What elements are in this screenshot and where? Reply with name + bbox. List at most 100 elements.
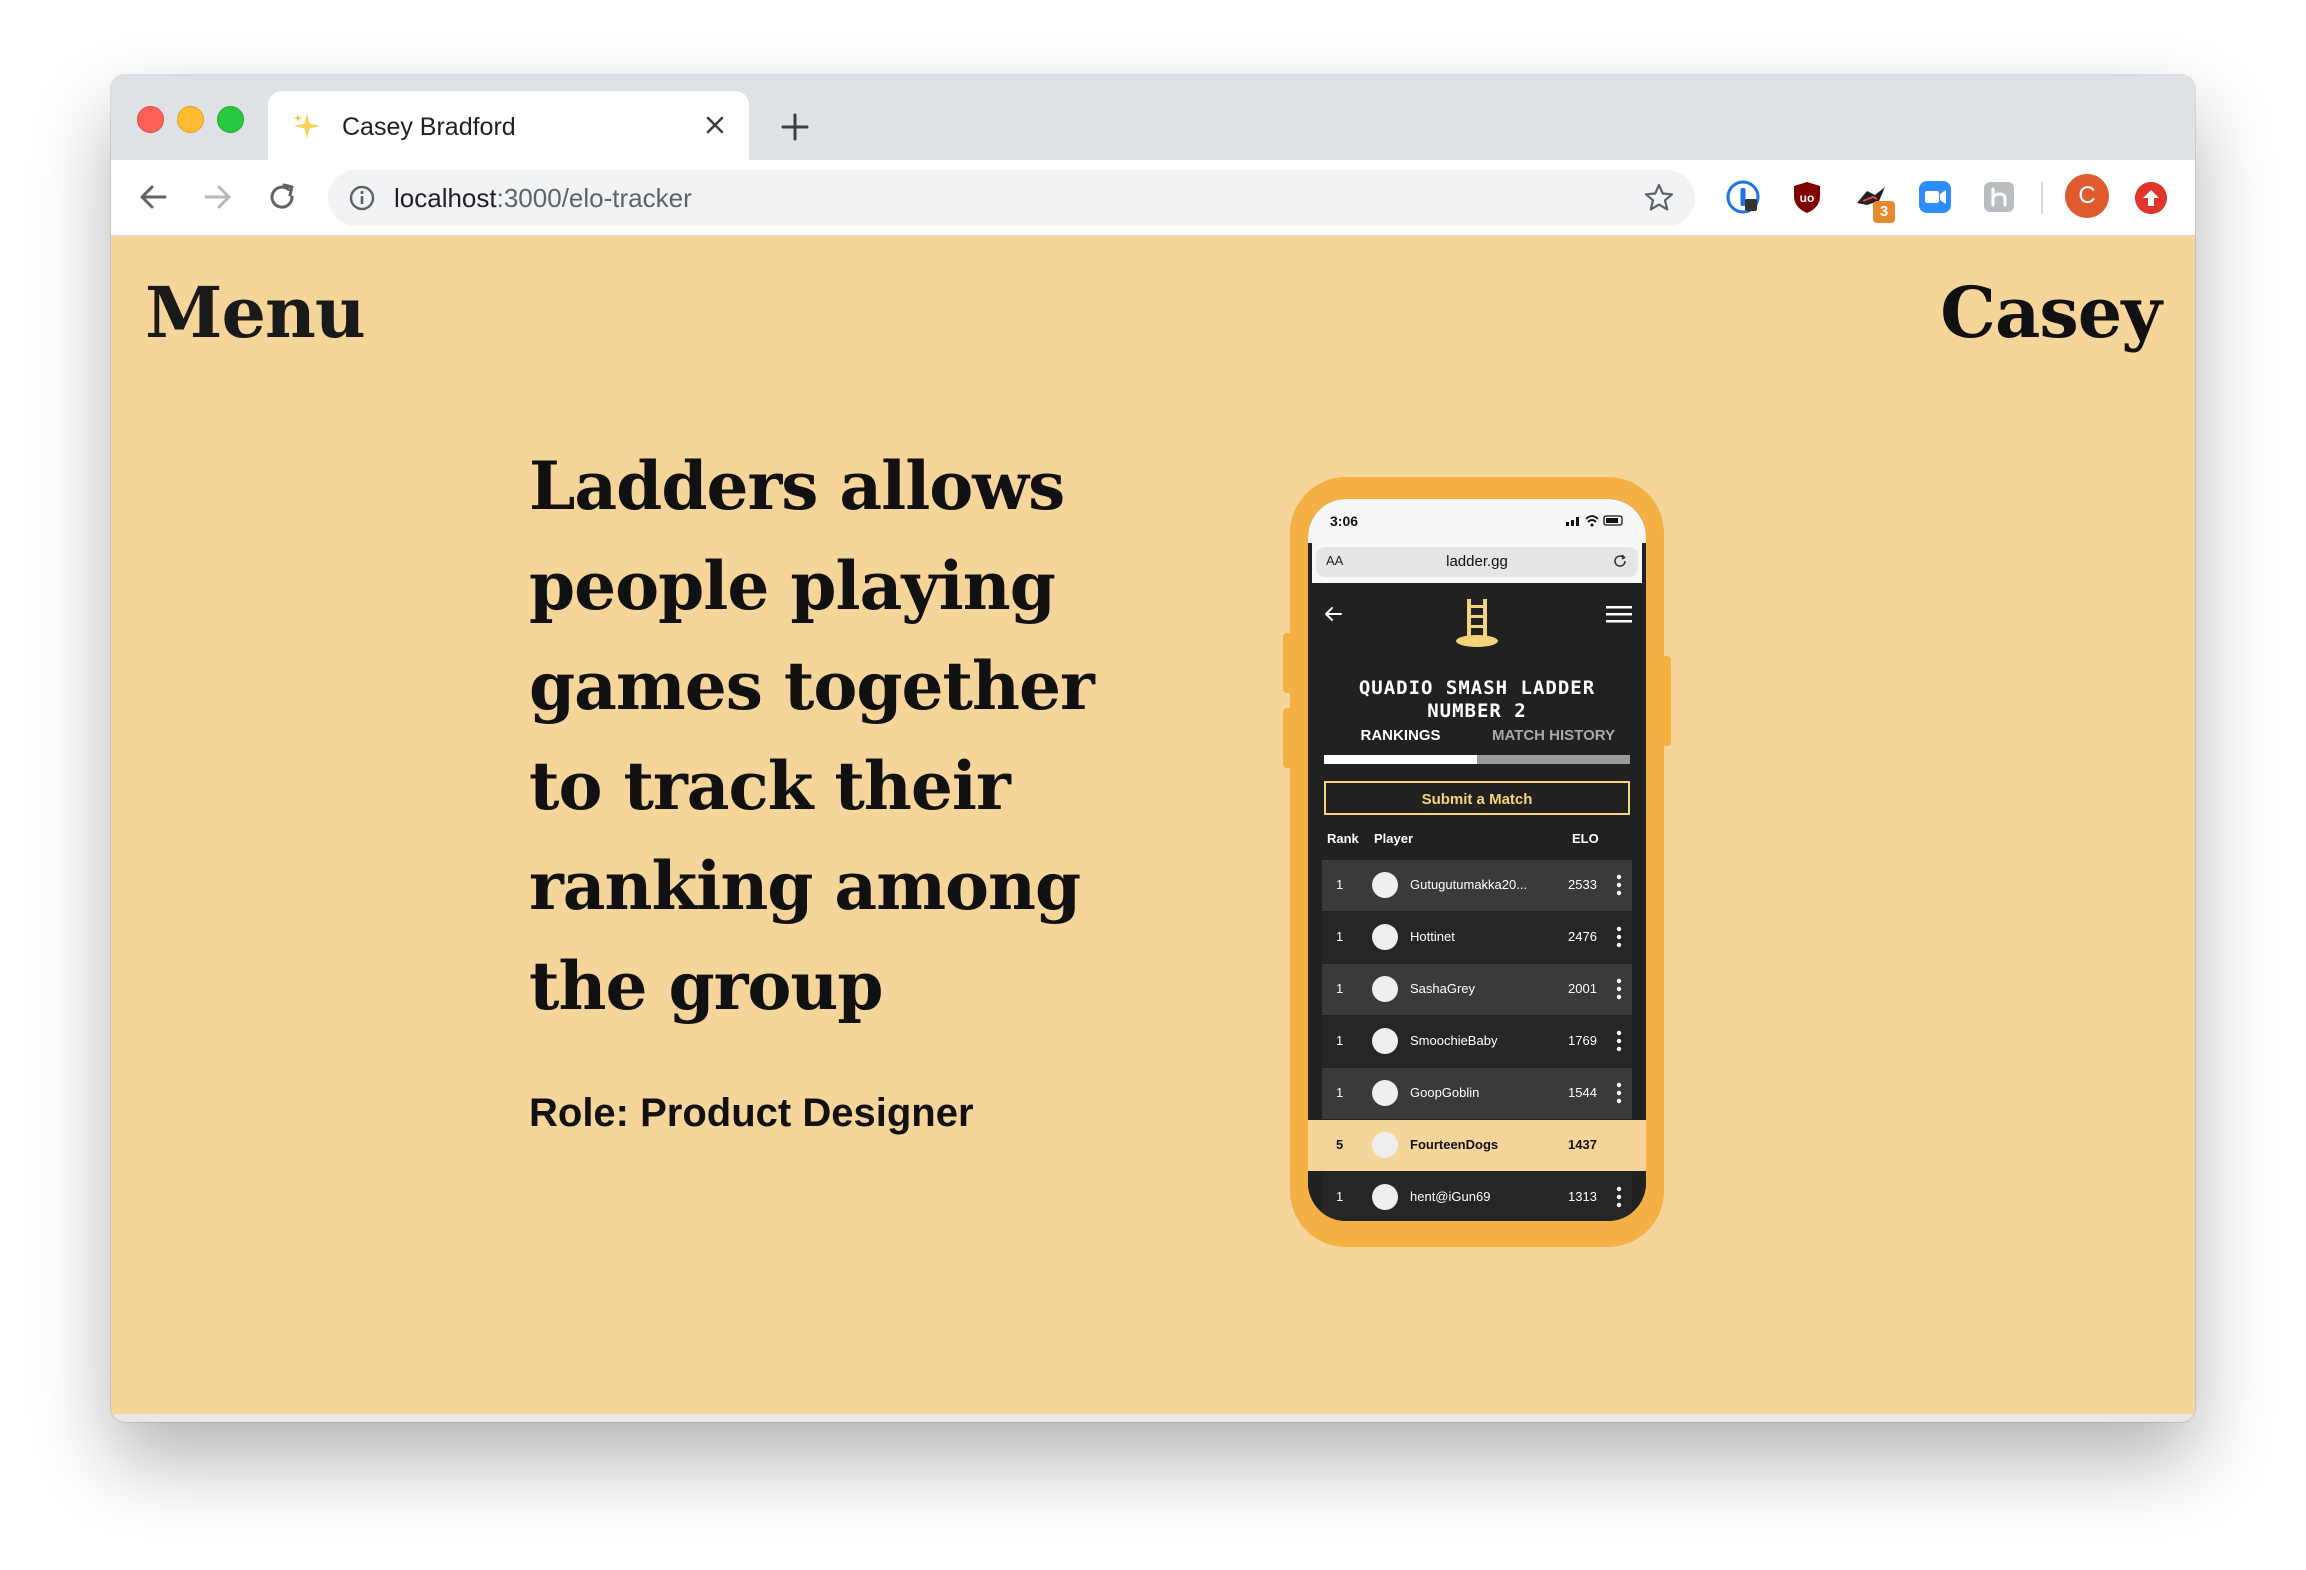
- phone-address-pill: AA ladder.gg: [1316, 547, 1638, 577]
- phone-mockup: 3:06 AA ladder.gg QUADIO SMASH LADDER NU…: [1290, 477, 1664, 1247]
- toolbar-divider: [2041, 182, 2043, 214]
- row-elo: 1313: [1568, 1189, 1597, 1204]
- ladder-logo-icon: [1456, 599, 1498, 647]
- close-tab-icon[interactable]: [701, 111, 729, 139]
- ladder-title-line2: NUMBER 2: [1427, 700, 1527, 722]
- player-avatar: [1372, 976, 1398, 1002]
- row-rank: 1: [1336, 981, 1344, 996]
- phone-url: ladder.gg: [1446, 553, 1508, 570]
- svg-text:uo: uo: [1800, 191, 1815, 205]
- tab-active[interactable]: Casey Bradford: [268, 91, 749, 160]
- row-rank: 1: [1336, 877, 1344, 892]
- column-player: Player: [1374, 831, 1414, 846]
- close-window-button[interactable]: [137, 106, 164, 133]
- row-elo: 2001: [1568, 981, 1597, 996]
- zoom-icon[interactable]: [1917, 179, 1953, 215]
- page-content: Menu Casey Ladders allows people playing…: [111, 236, 2195, 1422]
- ladder-tabs: RANKINGS MATCH HISTORY: [1324, 727, 1630, 767]
- tab-indicator: [1324, 755, 1477, 764]
- sparkle-icon: [294, 113, 320, 139]
- row-elo: 2476: [1568, 929, 1597, 944]
- row-rank: 1: [1336, 1085, 1344, 1100]
- hamburger-menu-icon[interactable]: [1606, 603, 1632, 625]
- profile-avatar[interactable]: C: [2065, 174, 2109, 218]
- extension-gray-icon[interactable]: [1981, 179, 2017, 215]
- table-row[interactable]: 1 SashaGrey 2001: [1322, 964, 1632, 1016]
- ladder-app: QUADIO SMASH LADDER NUMBER 2 RANKINGS MA…: [1308, 587, 1646, 1221]
- address-bar[interactable]: localhost:3000/elo-tracker: [328, 170, 1695, 226]
- column-elo: ELO: [1572, 831, 1599, 846]
- more-options-icon[interactable]: [1616, 925, 1622, 949]
- column-rank: Rank: [1327, 831, 1359, 846]
- more-options-icon[interactable]: [1616, 1185, 1622, 1209]
- more-options-icon[interactable]: [1616, 1081, 1622, 1105]
- role-text: Role: Product Designer: [529, 1091, 974, 1135]
- table-row[interactable]: 1 hent@iGun69 1313: [1322, 1172, 1632, 1221]
- phone-screen: 3:06 AA ladder.gg QUADIO SMASH LADDER NU…: [1308, 499, 1646, 1221]
- info-icon[interactable]: [348, 184, 376, 212]
- table-row[interactable]: 1 Gutugutumakka20... 2533: [1322, 860, 1632, 912]
- update-arrow-icon[interactable]: [2135, 182, 2167, 214]
- extension-bird-icon[interactable]: 3: [1853, 179, 1895, 223]
- reload-icon[interactable]: [264, 179, 300, 215]
- player-avatar: [1372, 1028, 1398, 1054]
- page-bottom-edge: [111, 1414, 2195, 1422]
- ladder-title: QUADIO SMASH LADDER NUMBER 2: [1308, 677, 1646, 723]
- back-icon[interactable]: [135, 179, 171, 215]
- maximize-window-button[interactable]: [217, 106, 244, 133]
- row-player: SashaGrey: [1410, 981, 1476, 996]
- more-options-icon[interactable]: [1616, 1029, 1622, 1053]
- tab-title: Casey Bradford: [342, 113, 516, 141]
- phone-status-bar: 3:06: [1308, 499, 1646, 543]
- row-elo: 1544: [1568, 1085, 1597, 1100]
- submit-match-button[interactable]: Submit a Match: [1324, 781, 1630, 815]
- table-row[interactable]: 1 GoopGoblin 1544: [1322, 1068, 1632, 1120]
- table-row-current-user[interactable]: 5 FourteenDogs 1437: [1308, 1120, 1646, 1172]
- row-elo: 1437: [1568, 1137, 1597, 1152]
- more-options-icon[interactable]: [1616, 977, 1622, 1001]
- url-text: localhost:3000/elo-tracker: [394, 183, 692, 213]
- ublock-icon[interactable]: uo: [1789, 179, 1825, 215]
- row-rank: 5: [1336, 1137, 1344, 1152]
- reload-icon[interactable]: [1612, 553, 1628, 569]
- browser-toolbar: localhost:3000/elo-tracker uo 3 C: [111, 160, 2195, 236]
- more-options-icon[interactable]: [1616, 873, 1622, 897]
- player-avatar: [1372, 924, 1398, 950]
- menu-link[interactable]: Menu: [145, 271, 366, 354]
- rankings-table: 1 Gutugutumakka20... 2533 1 Hottinet 247…: [1308, 860, 1646, 1221]
- bookmark-star-icon[interactable]: [1643, 182, 1675, 214]
- minimize-window-button[interactable]: [177, 106, 204, 133]
- phone-address-bar: AA ladder.gg: [1312, 543, 1642, 583]
- row-elo: 2533: [1568, 877, 1597, 892]
- name-link[interactable]: Casey: [1940, 271, 2162, 354]
- extension-badge: 3: [1873, 201, 1895, 223]
- row-player: FourteenDogs: [1410, 1137, 1499, 1152]
- row-rank: 1: [1336, 929, 1344, 944]
- table-row[interactable]: 1 Hottinet 2476: [1322, 912, 1632, 964]
- row-player: SmoochieBaby: [1410, 1033, 1498, 1048]
- ladder-title-line1: QUADIO SMASH LADDER: [1358, 677, 1596, 699]
- project-headline: Ladders allows people playing games toge…: [529, 447, 1095, 1025]
- player-avatar: [1372, 1184, 1398, 1210]
- new-tab-icon[interactable]: [777, 109, 813, 145]
- forward-icon[interactable]: [200, 179, 236, 215]
- tab-bar: Casey Bradford: [111, 75, 2195, 160]
- player-avatar: [1372, 1132, 1398, 1158]
- phone-time: 3:06: [1330, 513, 1359, 529]
- row-rank: 1: [1336, 1033, 1344, 1048]
- player-avatar: [1372, 1080, 1398, 1106]
- status-icons: [1566, 515, 1623, 527]
- rankings-table-header: Rank Player ELO: [1324, 831, 1630, 853]
- row-player: Gutugutumakka20...: [1410, 877, 1528, 892]
- table-row[interactable]: 1 SmoochieBaby 1769: [1322, 1016, 1632, 1068]
- row-rank: 1: [1336, 1189, 1344, 1204]
- browser-window: Casey Bradford localhost:3000/elo-tracke…: [111, 75, 2195, 1422]
- back-icon[interactable]: [1322, 603, 1344, 625]
- row-player: hent@iGun69: [1410, 1189, 1491, 1204]
- tab-match-history[interactable]: MATCH HISTORY: [1477, 727, 1630, 744]
- row-player: Hottinet: [1410, 929, 1455, 944]
- player-avatar: [1372, 872, 1398, 898]
- tab-rankings[interactable]: RANKINGS: [1324, 727, 1477, 744]
- row-player: GoopGoblin: [1410, 1085, 1480, 1100]
- 1password-icon[interactable]: [1725, 179, 1761, 215]
